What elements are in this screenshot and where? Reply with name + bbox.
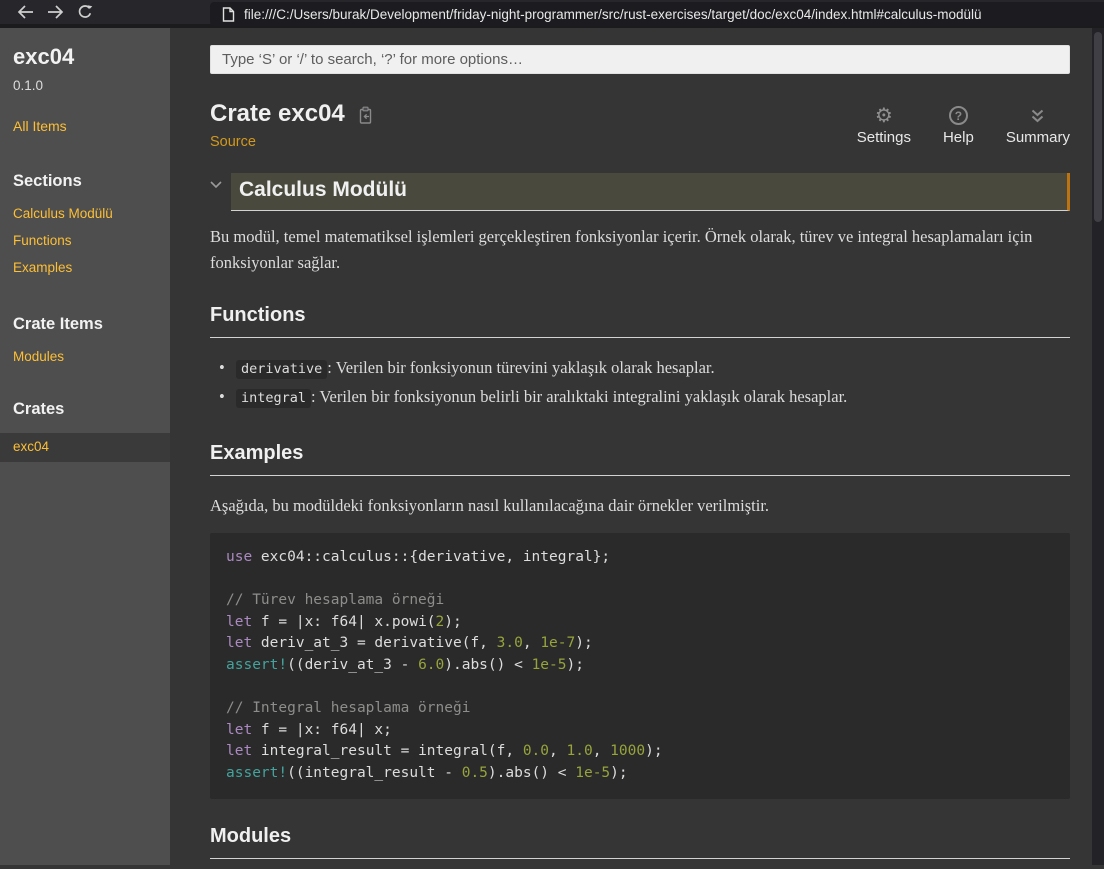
list-item: integral: Verilen bir fonksiyonun belirl… [210,383,1070,412]
forward-arrow-icon [47,5,64,19]
search-input[interactable] [210,45,1070,74]
sidebar-item-functions[interactable]: Functions [13,233,162,248]
integral-description: : Verilen bir fonksiyonun belirli bir ar… [311,387,847,406]
code-line [226,677,1054,699]
collapse-toggle-chevron-icon[interactable] [210,173,226,211]
code-line: let f = |x: f64| x.powi(2); [226,612,1054,634]
browser-toolbar: file:///C:/Users/burak/Development/frida… [0,0,1104,28]
header-actions: ⚙ Settings ? Help Summary [857,100,1070,146]
settings-button[interactable]: ⚙ Settings [857,105,911,146]
list-item: derivative: Verilen bir fonksiyonun türe… [210,354,1070,383]
sidebar-item-calculus-modulu[interactable]: Calculus Modülü [13,206,162,221]
sidebar-item-modules[interactable]: Modules [13,349,162,364]
source-link[interactable]: Source [210,134,256,150]
sidebar-all-items-link[interactable]: All Items [13,118,162,134]
example-code-block: use exc04::calculus::{derivative, integr… [210,533,1070,799]
question-circle-icon: ? [949,106,968,125]
forward-button[interactable] [40,0,70,24]
function-list: derivative: Verilen bir fonksiyonun türe… [210,354,1070,412]
page-title: Crate exc04 [210,100,345,128]
summary-button[interactable]: Summary [1006,105,1070,146]
reload-icon [77,4,93,20]
examples-intro-paragraph: Aşağıda, bu modüldeki fonksiyonların nas… [210,493,1070,519]
gear-icon: ⚙ [875,106,893,126]
reload-button[interactable] [70,0,100,24]
sidebar-crate-items-heading: Crate Items [13,315,162,334]
double-chevron-down-icon [1030,105,1045,126]
derivative-description: : Verilen bir fonksiyonun türevini yakla… [327,358,714,377]
sidebar-sections-heading: Sections [13,172,162,191]
summary-label: Summary [1006,129,1070,146]
sidebar-crate-version: 0.1.0 [13,78,162,93]
back-button[interactable] [10,0,40,24]
url-bar[interactable]: file:///C:/Users/burak/Development/frida… [210,2,1104,26]
url-text: file:///C:/Users/burak/Development/frida… [244,7,982,22]
code-line: // Integral hesaplama örneği [226,698,1054,720]
main-header: Crate exc04 Source ⚙ [210,100,1070,151]
scrollbar-track[interactable] [1092,28,1104,865]
modules-heading[interactable]: Modules [210,825,1070,859]
document-icon [222,7,235,22]
code-line: use exc04::calculus::{derivative, integr… [226,547,1054,569]
sidebar: exc04 0.1.0 All Items Sections Calculus … [0,28,170,865]
code-line: let deriv_at_3 = derivative(f, 3.0, 1e-7… [226,633,1054,655]
copy-path-button[interactable] [356,103,375,125]
clipboard-icon [356,106,375,125]
sidebar-crates-heading: Crates [13,400,162,419]
code-line: // Türev hesaplama örneği [226,590,1054,612]
sidebar-item-examples[interactable]: Examples [13,260,162,275]
code-line: assert!((integral_result - 0.5).abs() < … [226,763,1054,785]
code-line: let integral_result = integral(f, 0.0, 1… [226,741,1054,763]
functions-heading[interactable]: Functions [210,304,1070,338]
back-arrow-icon [17,5,34,19]
derivative-code: derivative [236,360,327,379]
sidebar-current-crate-row[interactable]: exc04 [0,433,170,462]
integral-code: integral [236,389,311,408]
help-button[interactable]: ? Help [943,105,974,146]
examples-heading[interactable]: Examples [210,442,1070,476]
sidebar-crate-title[interactable]: exc04 [13,44,162,70]
code-line: let f = |x: f64| x; [226,720,1054,742]
code-line [226,569,1054,591]
code-line: assert!((deriv_at_3 - 6.0).abs() < 1e-5)… [226,655,1054,677]
scrollbar-thumb[interactable] [1094,32,1102,222]
main-content: Crate exc04 Source ⚙ [170,28,1104,865]
section-heading-calculus-modulu[interactable]: Calculus Modülü [231,173,1070,211]
searchbar [210,45,1070,74]
module-intro-paragraph: Bu modül, temel matematiksel işlemleri g… [210,224,1070,276]
help-label: Help [943,129,974,146]
settings-label: Settings [857,129,911,146]
sidebar-item-exc04[interactable]: exc04 [13,439,49,454]
